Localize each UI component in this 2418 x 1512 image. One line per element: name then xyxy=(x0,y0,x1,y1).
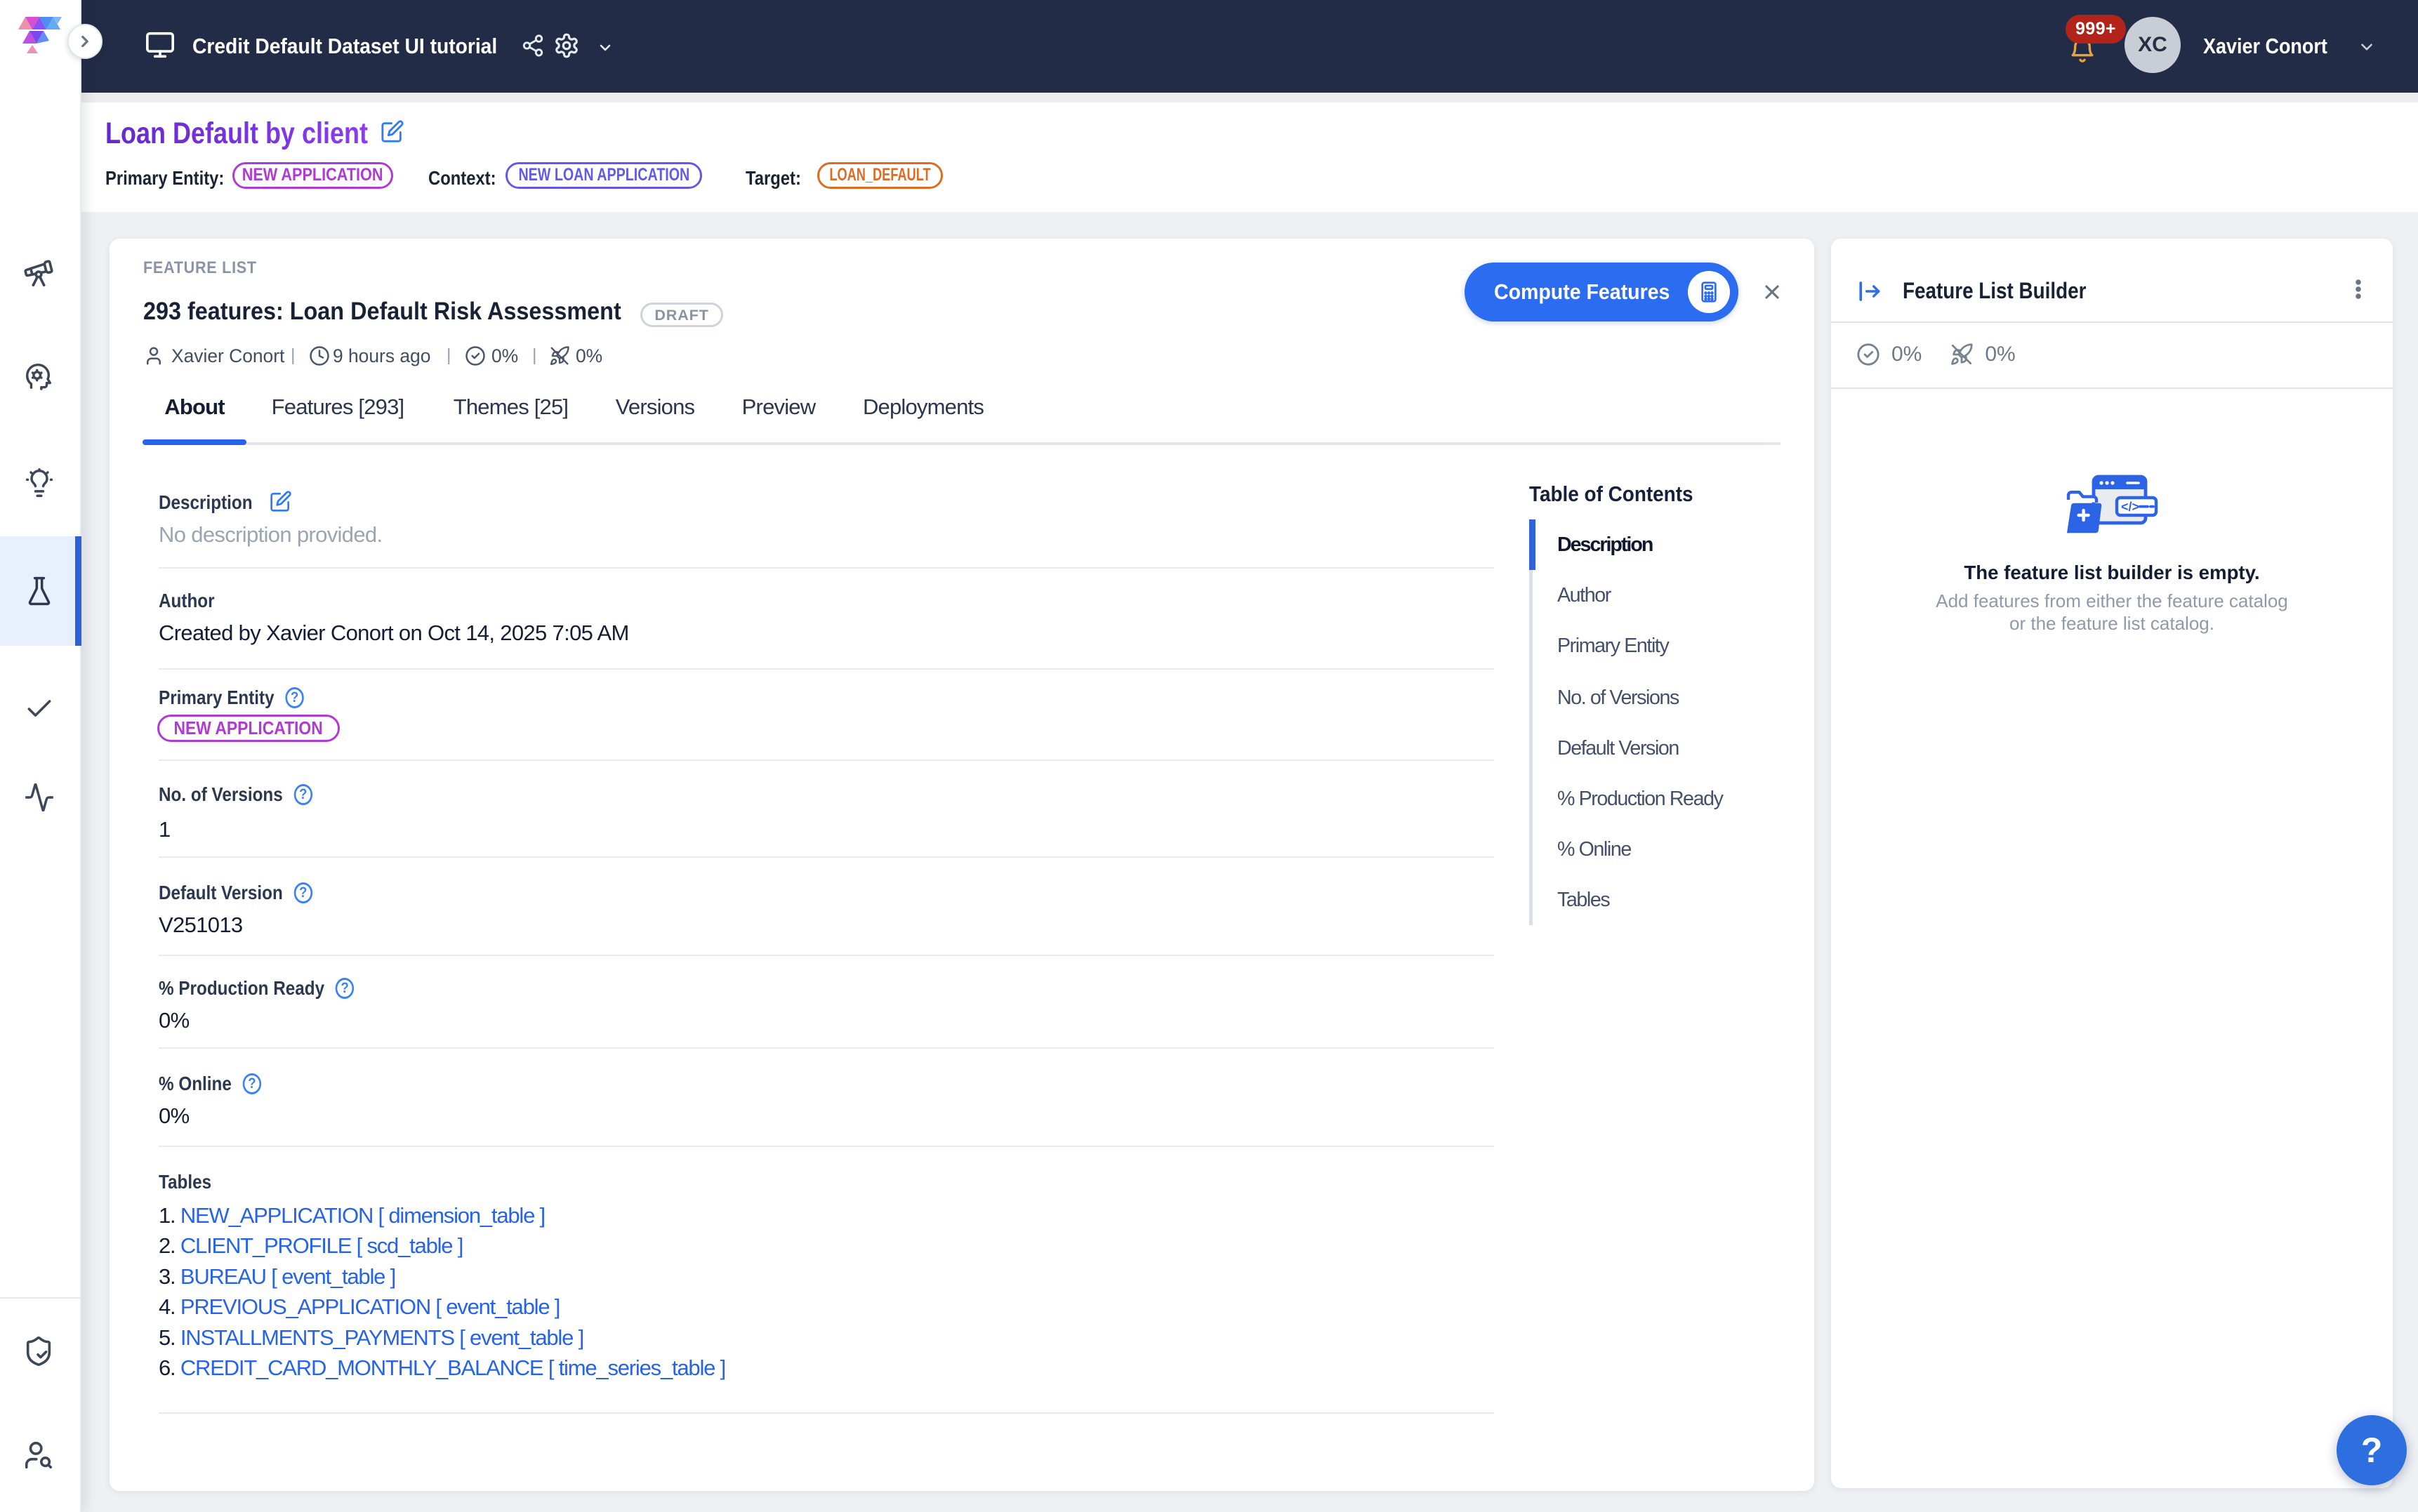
svg-text:</>: </> xyxy=(2121,500,2139,514)
